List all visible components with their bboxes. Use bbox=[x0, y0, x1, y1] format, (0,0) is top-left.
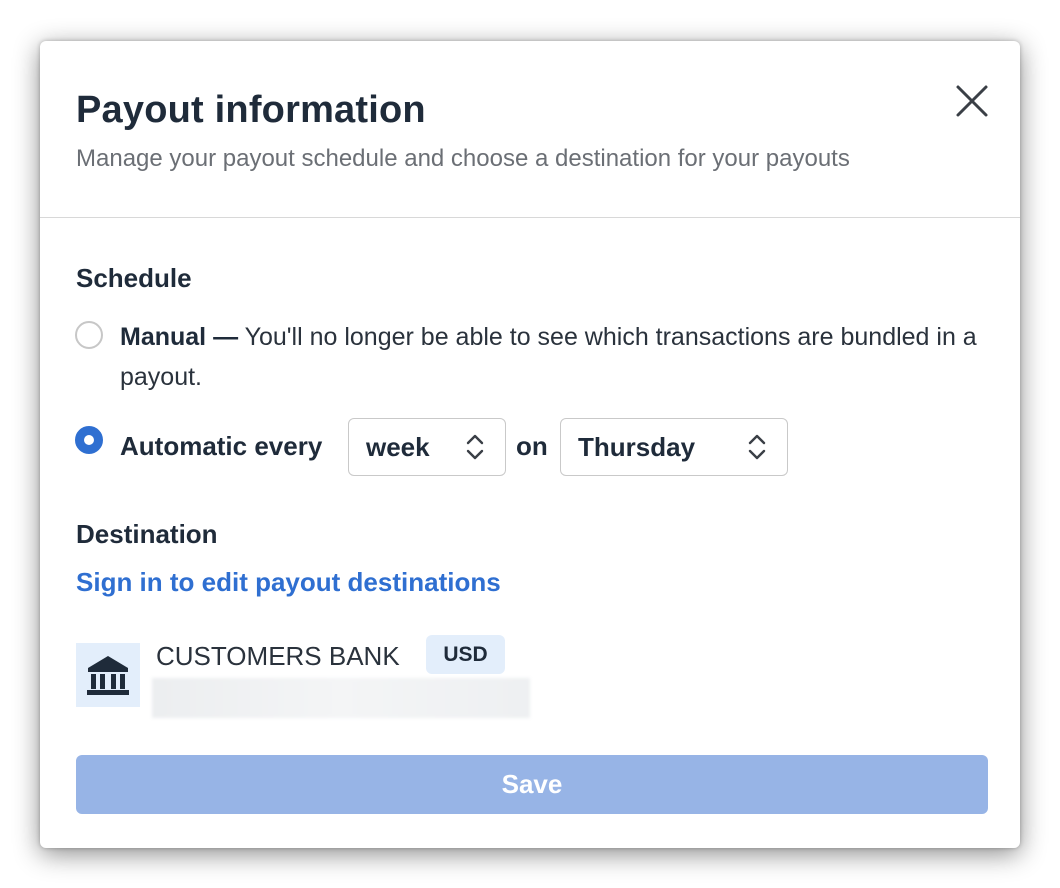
destination-heading: Destination bbox=[76, 519, 218, 549]
automatic-option-label[interactable]: Automatic every bbox=[120, 431, 322, 462]
payout-information-dialog: Payout information Manage your payout sc… bbox=[40, 41, 1020, 848]
bank-icon-container bbox=[76, 643, 140, 707]
save-button[interactable]: Save bbox=[76, 755, 988, 814]
manual-radio[interactable] bbox=[75, 321, 103, 349]
bank-name: CUSTOMERS BANK bbox=[156, 641, 400, 671]
manual-option-text[interactable]: Manual — You'll no longer be able to see… bbox=[120, 317, 980, 397]
dialog-subtitle: Manage your payout schedule and choose a… bbox=[76, 145, 850, 172]
manual-option-description: You'll no longer be able to see which tr… bbox=[120, 323, 977, 391]
frequency-select[interactable]: week bbox=[348, 418, 506, 476]
chevron-up-down-icon bbox=[748, 434, 766, 460]
close-icon bbox=[956, 85, 988, 117]
day-select[interactable]: Thursday bbox=[560, 418, 788, 476]
manual-option-label: Manual — bbox=[120, 323, 239, 351]
dialog-title: Payout information bbox=[76, 89, 426, 131]
frequency-select-value: week bbox=[366, 432, 430, 462]
schedule-heading: Schedule bbox=[76, 263, 192, 293]
chevron-up-down-icon bbox=[466, 434, 484, 460]
redacted-account-number bbox=[152, 678, 530, 718]
day-select-value: Thursday bbox=[578, 432, 696, 462]
currency-badge: USD bbox=[426, 635, 505, 674]
on-label: on bbox=[516, 431, 548, 461]
edit-payout-destinations-link[interactable]: Sign in to edit payout destinations bbox=[76, 567, 501, 598]
bank-icon bbox=[87, 656, 129, 695]
dialog-header: Payout information Manage your payout sc… bbox=[40, 41, 1020, 218]
close-button[interactable] bbox=[954, 83, 990, 119]
automatic-radio[interactable] bbox=[75, 426, 103, 454]
